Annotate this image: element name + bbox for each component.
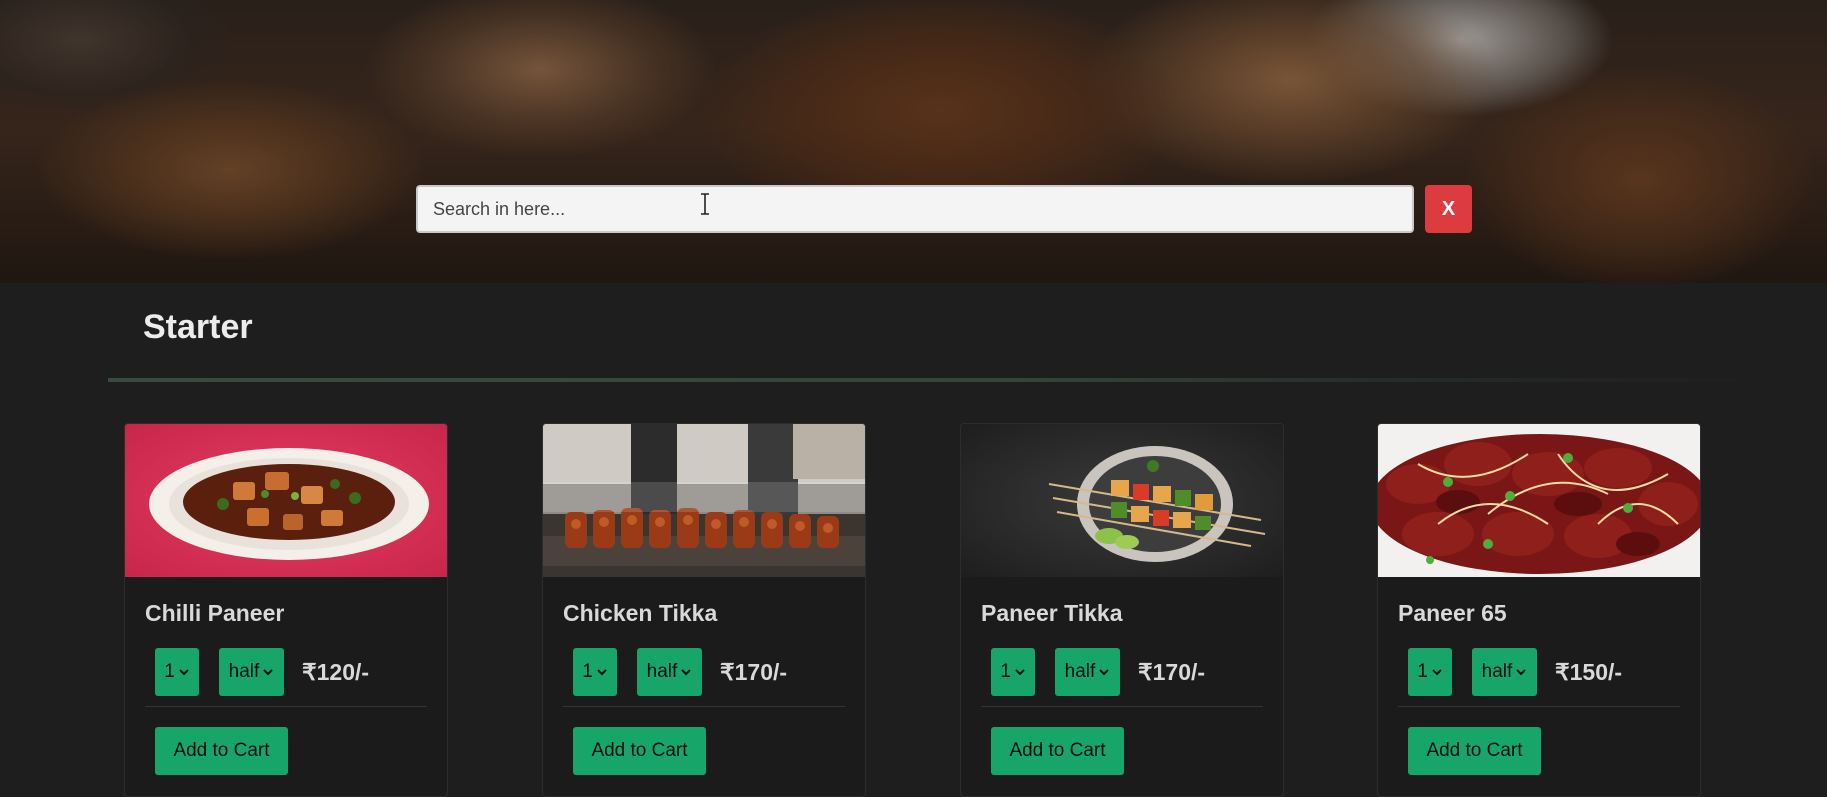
chevron-down-icon (1099, 669, 1110, 676)
item-image (543, 424, 865, 577)
quantity-value: 1 (164, 661, 175, 682)
chevron-down-icon (179, 669, 189, 676)
search-input[interactable] (416, 185, 1414, 233)
clear-search-button[interactable]: X (1425, 185, 1472, 233)
quantity-select[interactable]: 1 (1408, 648, 1452, 696)
search-bar: X (416, 185, 1472, 233)
portion-select[interactable]: half (1472, 648, 1537, 696)
card-divider (981, 706, 1263, 707)
menu-card: Chilli Paneer 1 half ₹120/- Add to Cart (124, 423, 448, 797)
portion-value: half (1481, 661, 1513, 682)
chevron-down-icon (1015, 669, 1025, 676)
menu-card: Paneer 65 1 half ₹150/- Add to Cart (1377, 423, 1701, 797)
hero-banner: X (0, 0, 1827, 283)
section-divider (108, 378, 1753, 382)
chevron-down-icon (263, 669, 274, 676)
add-to-cart-button[interactable]: Add to Cart (573, 727, 706, 775)
portion-select[interactable]: half (1055, 648, 1120, 696)
menu-card: Chicken Tikka 1 half ₹170/- Add to Cart (542, 423, 866, 797)
portion-value: half (228, 661, 260, 682)
item-name: Paneer Tikka (981, 600, 1123, 626)
quantity-select[interactable]: 1 (991, 648, 1035, 696)
chevron-down-icon (681, 669, 692, 676)
portion-select[interactable]: half (219, 648, 284, 696)
item-price: ₹150/- (1555, 658, 1623, 685)
chevron-down-icon (1432, 669, 1442, 676)
chevron-down-icon (597, 669, 607, 676)
quantity-select[interactable]: 1 (573, 648, 617, 696)
section-title: Starter (143, 308, 253, 346)
add-to-cart-button[interactable]: Add to Cart (1408, 727, 1541, 775)
text-cursor-icon (701, 193, 709, 215)
card-divider (563, 706, 845, 707)
item-name: Paneer 65 (1398, 600, 1507, 626)
item-image (125, 424, 447, 577)
add-to-cart-button[interactable]: Add to Cart (991, 727, 1124, 775)
quantity-value: 1 (582, 661, 593, 682)
item-name: Chicken Tikka (563, 600, 718, 626)
item-image (1378, 424, 1700, 577)
item-name: Chilli Paneer (145, 600, 285, 626)
add-to-cart-button[interactable]: Add to Cart (155, 727, 288, 775)
portion-select[interactable]: half (637, 648, 702, 696)
card-divider (1398, 706, 1680, 707)
card-divider (145, 706, 427, 707)
item-price: ₹120/- (302, 658, 370, 685)
portion-value: half (646, 661, 678, 682)
quantity-value: 1 (1000, 661, 1011, 682)
item-image (961, 424, 1283, 577)
portion-value: half (1064, 661, 1096, 682)
menu-card: Paneer Tikka 1 half ₹170/- Add to Cart (960, 423, 1284, 797)
item-price: ₹170/- (1138, 658, 1206, 685)
item-price: ₹170/- (720, 658, 788, 685)
quantity-select[interactable]: 1 (155, 648, 199, 696)
quantity-value: 1 (1417, 661, 1428, 682)
chevron-down-icon (1516, 669, 1527, 676)
